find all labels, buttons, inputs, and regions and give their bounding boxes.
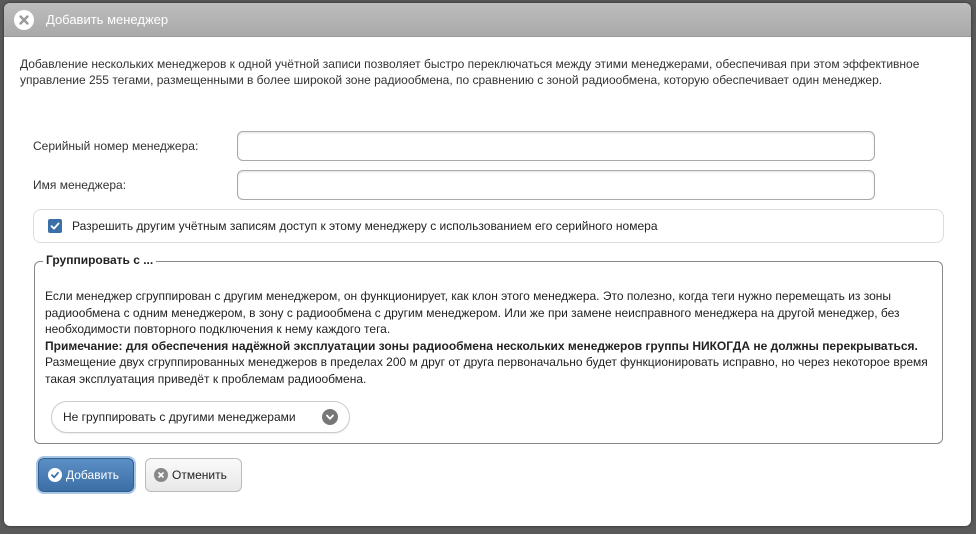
x-circle-icon [154, 468, 168, 482]
close-icon[interactable] [14, 9, 34, 30]
name-label: Имя менеджера: [33, 178, 127, 192]
group-note-bold: Примечание: для обеспечения надёжной экс… [45, 338, 918, 353]
allow-access-label: Разрешить другим учётным записям доступ … [72, 219, 658, 233]
dialog-title: Добавить менеджер [46, 12, 169, 27]
group-note-text: Размещение двух сгруппированных менеджер… [45, 355, 928, 386]
group-legend: Группировать с ... [43, 253, 157, 267]
add-manager-dialog: Добавить менеджер Добавление нескольких … [4, 3, 971, 526]
group-select-value: Не группировать с другими менеджерами [63, 410, 296, 424]
cancel-button-label: Отменить [172, 468, 227, 482]
name-row: Имя менеджера: [33, 170, 875, 200]
group-explanation: Если менеджер сгруппирован с другим мене… [45, 289, 900, 336]
add-button-label: Добавить [66, 468, 120, 482]
allow-access-checkbox[interactable] [48, 219, 62, 233]
dialog-description: Добавление нескольких менеджеров к одной… [20, 57, 920, 87]
check-circle-icon [48, 468, 62, 482]
chevron-down-icon [322, 409, 338, 425]
serial-label: Серийный номер менеджера: [33, 139, 199, 153]
allow-access-row[interactable]: Разрешить другим учётным записям доступ … [33, 209, 944, 243]
dialog-titlebar: Добавить менеджер [4, 3, 971, 37]
cancel-button[interactable]: Отменить [145, 458, 242, 492]
group-description: Если менеджер сгруппирован с другим мене… [45, 288, 930, 387]
add-button[interactable]: Добавить [38, 458, 134, 492]
serial-number-input[interactable] [237, 131, 875, 161]
manager-name-input[interactable] [237, 170, 875, 200]
serial-row: Серийный номер менеджера: [33, 131, 875, 161]
checkmark-icon [50, 222, 60, 230]
group-fieldset: Группировать с ... Если менеджер сгруппи… [34, 253, 943, 444]
group-select[interactable]: Не группировать с другими менеджерами [51, 401, 350, 433]
